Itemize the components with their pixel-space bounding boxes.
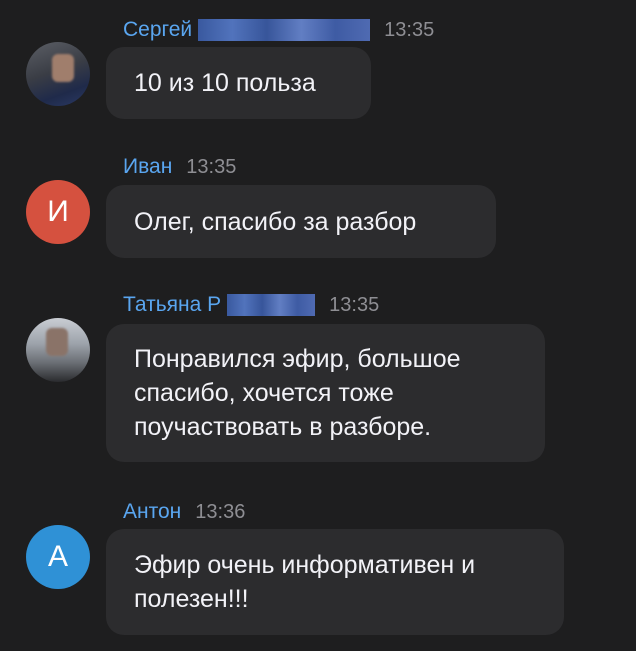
avatar-initial: А bbox=[47, 540, 68, 573]
message-header: Антон 13:36 bbox=[123, 499, 245, 525]
avatar[interactable]: И bbox=[26, 180, 90, 244]
message-header: Татьяна Р 13:35 bbox=[123, 292, 379, 318]
message-text: Эфир очень информативен и полезен!!! bbox=[134, 551, 476, 613]
message-time: 13:35 bbox=[186, 155, 237, 178]
message-text: Понравился эфир, большое спасибо, хочетс… bbox=[134, 345, 461, 441]
avatar-initial: И bbox=[47, 195, 69, 228]
sender-name[interactable]: Иван bbox=[123, 155, 172, 179]
message-time: 13:35 bbox=[329, 293, 380, 316]
message-bubble[interactable]: Олег, спасибо за разбор bbox=[106, 185, 496, 258]
avatar-photo bbox=[52, 54, 74, 82]
avatar[interactable]: А bbox=[26, 525, 90, 589]
message-time: 13:35 bbox=[384, 18, 435, 41]
message-bubble[interactable]: Понравился эфир, большое спасибо, хочетс… bbox=[106, 324, 545, 462]
redacted-surname bbox=[227, 294, 316, 316]
message-header: Сергей 13:35 bbox=[123, 17, 434, 43]
avatar-photo bbox=[46, 328, 68, 356]
avatar[interactable] bbox=[26, 318, 90, 382]
sender-name[interactable]: Антон bbox=[123, 500, 181, 524]
message-text: Олег, спасибо за разбор bbox=[134, 207, 417, 236]
message-text: 10 из 10 польза bbox=[134, 69, 316, 97]
message-bubble[interactable]: 10 из 10 польза bbox=[106, 47, 371, 119]
avatar[interactable] bbox=[26, 42, 90, 106]
sender-name[interactable]: Татьяна Р bbox=[123, 293, 221, 317]
sender-name[interactable]: Сергей bbox=[123, 18, 192, 42]
message-header: Иван 13:35 bbox=[123, 154, 236, 180]
redacted-surname bbox=[198, 19, 371, 41]
message-time: 13:36 bbox=[195, 500, 246, 523]
message-bubble[interactable]: Эфир очень информативен и полезен!!! bbox=[106, 529, 564, 635]
